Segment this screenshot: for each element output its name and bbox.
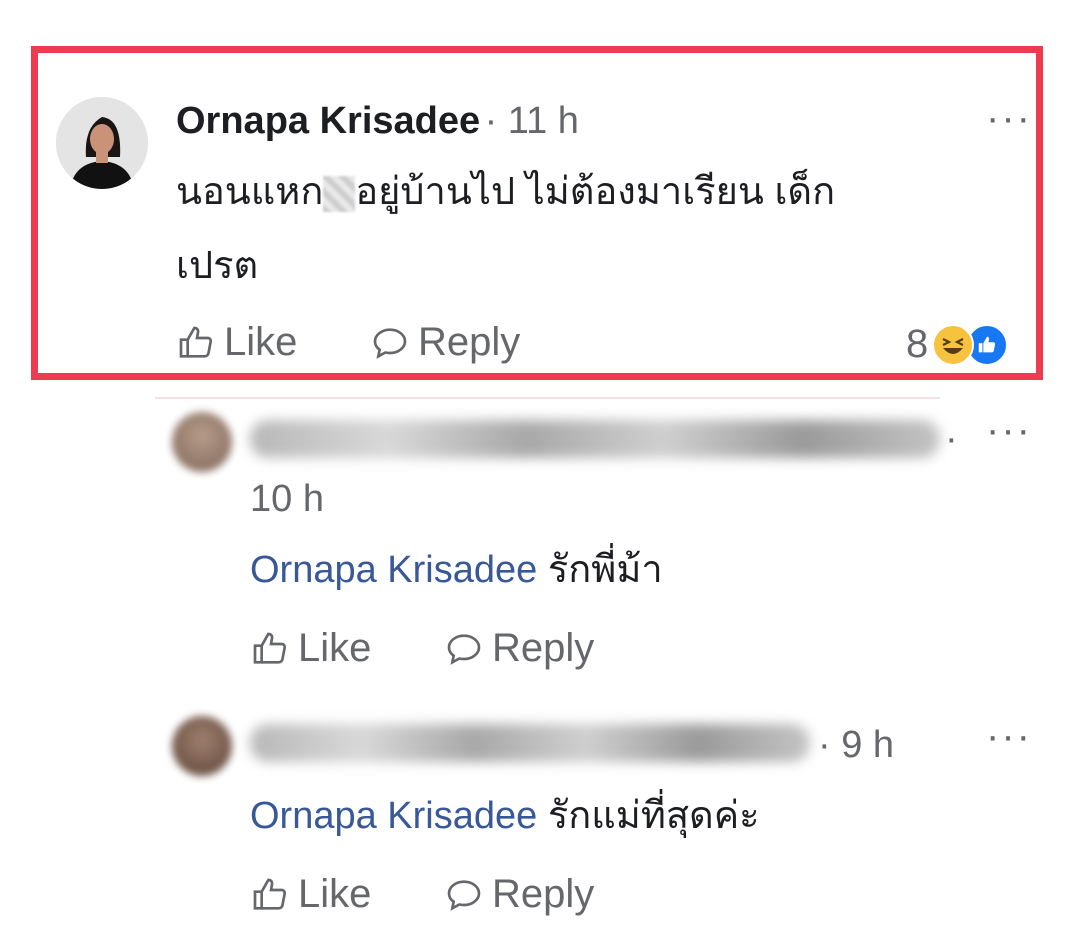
avatar[interactable] <box>172 412 232 472</box>
speech-bubble-icon <box>373 327 407 359</box>
reaction-summary[interactable]: 8 <box>906 322 1009 367</box>
more-options-icon[interactable]: ··· <box>986 410 1032 450</box>
thumbs-up-outline-icon <box>253 878 287 910</box>
reply-time[interactable]: 10 h <box>250 478 324 521</box>
avatar[interactable] <box>172 716 232 776</box>
thumbs-up-outline-icon <box>179 326 213 358</box>
like-button[interactable]: Like <box>250 626 371 671</box>
more-options-icon[interactable]: ··· <box>986 716 1032 756</box>
like-button[interactable]: Like <box>250 872 371 917</box>
comment-author[interactable]: Ornapa Krisadee <box>176 100 480 142</box>
reply-text: Ornapa Krisadee รักแม่ที่สุดค่ะ <box>250 795 760 837</box>
more-options-icon[interactable]: ··· <box>986 98 1032 138</box>
comment-text: นอนแหก อยู่บ้านไป ไม่ต้องมาเรียน เด็ก <box>176 171 836 213</box>
haha-emoji-icon <box>932 323 975 366</box>
divider <box>155 397 940 399</box>
speech-bubble-icon <box>447 633 481 665</box>
blurred-author-name <box>250 724 810 762</box>
blurred-author-name <box>250 420 940 458</box>
speech-bubble-icon <box>447 879 481 911</box>
reply-button[interactable]: Reply <box>444 872 594 917</box>
reply-time[interactable]: · 9 h <box>818 724 894 767</box>
censored-word <box>323 175 356 212</box>
comment-time[interactable]: · 11 h <box>485 100 579 142</box>
name-dot: · <box>945 418 958 460</box>
reply-button[interactable]: Reply <box>444 626 594 671</box>
reply-button[interactable]: Reply <box>370 320 520 365</box>
comment-header: Ornapa Krisadee · 11 h <box>176 100 579 143</box>
mention-link[interactable]: Ornapa Krisadee <box>250 795 537 837</box>
reply-text: Ornapa Krisadee รักพี่ม้า <box>250 549 663 591</box>
thumbs-up-outline-icon <box>253 632 287 664</box>
comment-text-line2: เปรต <box>176 245 259 287</box>
avatar[interactable] <box>56 97 148 189</box>
reaction-count: 8 <box>906 322 929 366</box>
like-button[interactable]: Like <box>176 320 297 365</box>
mention-link[interactable]: Ornapa Krisadee <box>250 549 537 591</box>
